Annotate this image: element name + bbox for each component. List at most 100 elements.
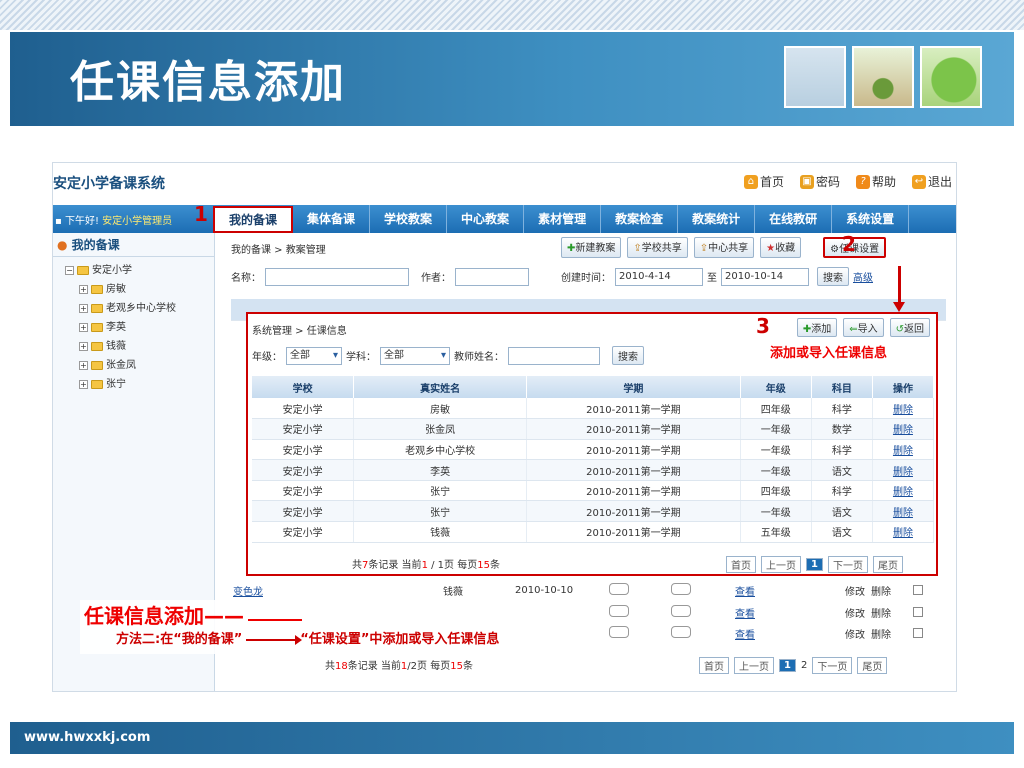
page-1-button[interactable]: 1 [806, 558, 823, 571]
school-share-button[interactable]: ⇪学校共享 [627, 237, 688, 258]
center-share-button[interactable]: ⇪中心共享 [693, 237, 755, 258]
tree-item[interactable]: + 李英 [65, 318, 214, 337]
main-toolbar: ✚新建教案 ⇪学校共享 ⇪中心共享 ★收藏 ⚙任课设置 [561, 237, 887, 258]
last-page-button[interactable]: 尾页 [857, 657, 888, 674]
expand-icon[interactable]: + [79, 285, 88, 294]
folder-icon [91, 380, 103, 389]
page-2-button[interactable]: 2 [801, 660, 807, 671]
delete-link[interactable]: 删除 [872, 459, 935, 481]
grade-select[interactable]: 全部 ▾ [286, 346, 342, 365]
last-page-button[interactable]: 尾页 [872, 556, 903, 573]
delete-link[interactable]: 删除 [872, 418, 935, 440]
sprout-image [852, 46, 914, 108]
share-toggle[interactable] [671, 583, 691, 595]
delete-link[interactable]: 删除 [872, 398, 935, 420]
tab-materials[interactable]: 素材管理 [524, 205, 602, 233]
import-icon: ⇐ [849, 324, 858, 335]
tree-root[interactable]: − 安定小学 [65, 261, 214, 280]
slide-footer: www.hwxxkj.com [10, 722, 1014, 754]
tree-item[interactable]: + 房敏 [65, 280, 214, 299]
share-toggle[interactable] [609, 626, 629, 638]
dialog-search-button[interactable]: 搜索 [612, 346, 644, 365]
search-button[interactable]: 搜索 [817, 267, 849, 286]
back-button[interactable]: ↺返回 [889, 318, 930, 337]
tree-item[interactable]: + 老观乡中心学校 [65, 299, 214, 318]
table-cell: 一年级 [740, 500, 812, 523]
step-number-3: 3 [756, 314, 770, 338]
logout-icon: ↩ [911, 174, 926, 189]
row-checkbox[interactable] [913, 607, 923, 617]
first-page-button[interactable]: 首页 [726, 556, 756, 573]
delete-link[interactable]: 删除 [871, 626, 891, 641]
add-button[interactable]: ✚添加 [796, 318, 838, 337]
new-plan-button[interactable]: ✚新建教案 [561, 237, 622, 258]
tab-my-lessons[interactable]: 我的备课 [213, 206, 294, 233]
table-cell: 2010-2011第一学期 [526, 398, 741, 420]
expand-icon[interactable]: + [79, 361, 88, 370]
help-link[interactable]: ? 帮助 [855, 173, 896, 190]
favorite-button[interactable]: ★收藏 [760, 237, 802, 258]
edit-link[interactable]: 修改 [845, 626, 865, 641]
view-link[interactable]: 查看 [735, 605, 755, 620]
col-action: 操作 [872, 376, 935, 398]
tab-system-settings[interactable]: 系统设置 [832, 205, 910, 233]
user-icon: ● [57, 238, 68, 252]
row-checkbox[interactable] [913, 628, 923, 638]
advanced-search-link[interactable]: 高级 [853, 269, 873, 284]
tree-item[interactable]: + 钱薇 [65, 337, 214, 356]
view-link[interactable]: 查看 [735, 583, 755, 598]
tree-item[interactable]: + 张金凤 [65, 356, 214, 375]
delete-link[interactable]: 删除 [872, 500, 935, 523]
expand-icon[interactable]: + [79, 304, 88, 313]
expand-icon[interactable]: + [79, 380, 88, 389]
subject-select[interactable]: 全部 ▾ [380, 346, 450, 365]
share-toggle[interactable] [671, 626, 691, 638]
share-toggle[interactable] [609, 605, 629, 617]
arrow-right-icon [246, 634, 303, 645]
share-toggle[interactable] [671, 605, 691, 617]
tree-item[interactable]: + 张宁 [65, 375, 214, 394]
tab-center-plans[interactable]: 中心教案 [447, 205, 525, 233]
edit-link[interactable]: 修改 [845, 605, 865, 620]
delete-link[interactable]: 删除 [872, 521, 935, 543]
callout-title: 任课信息添加—— [84, 604, 244, 628]
table-row: 安定小学 张宁 2010-2011第一学期 一年级 语文 删除 [252, 500, 935, 523]
tab-plan-stats[interactable]: 教案统计 [678, 205, 756, 233]
next-page-button[interactable]: 下一页 [827, 556, 868, 573]
edit-link[interactable]: 修改 [845, 583, 865, 598]
teacher-name-input[interactable] [508, 346, 600, 365]
home-link[interactable]: ⌂ 首页 [743, 173, 784, 190]
callout-text: 方法二:在“我的备课” “任课设置”中添加或导入任课信息 [116, 632, 500, 647]
tab-plan-check[interactable]: 教案检查 [601, 205, 679, 233]
author-input[interactable] [455, 267, 529, 286]
folder-icon [91, 361, 103, 370]
logout-link[interactable]: ↩ 退出 [911, 173, 952, 190]
date-to-input[interactable]: 2010-10-14 [721, 267, 809, 286]
delete-link[interactable]: 删除 [872, 480, 935, 502]
plan-title-link[interactable]: 变色龙 [233, 583, 263, 598]
collapse-icon[interactable]: − [65, 266, 74, 275]
page-1-button[interactable]: 1 [779, 659, 796, 672]
delete-link[interactable]: 删除 [871, 583, 891, 598]
expand-icon[interactable]: + [79, 323, 88, 332]
name-input[interactable] [265, 267, 409, 286]
first-page-button[interactable]: 首页 [699, 657, 729, 674]
plan-filter: 名称： 作者： 创建时间： 2010-4-14 至 2010-10-14 搜索 高级 [231, 267, 873, 286]
expand-icon[interactable]: + [79, 342, 88, 351]
password-link[interactable]: ▣ 密码 [799, 173, 840, 190]
delete-link[interactable]: 删除 [871, 605, 891, 620]
callout-underline [248, 619, 302, 621]
tab-school-plans[interactable]: 学校教案 [370, 205, 448, 233]
sidebar-title: ● 我的备课 [53, 233, 214, 257]
view-link[interactable]: 查看 [735, 626, 755, 641]
share-toggle[interactable] [609, 583, 629, 595]
tab-group-lessons[interactable]: 集体备课 [293, 205, 371, 233]
prev-page-button[interactable]: 上一页 [761, 556, 801, 573]
prev-page-button[interactable]: 上一页 [734, 657, 774, 674]
import-button[interactable]: ⇐导入 [843, 318, 884, 337]
next-page-button[interactable]: 下一页 [812, 657, 853, 674]
row-checkbox[interactable] [913, 585, 923, 595]
date-from-input[interactable]: 2010-4-14 [615, 267, 703, 286]
tab-online-research[interactable]: 在线教研 [755, 205, 833, 233]
delete-link[interactable]: 删除 [872, 439, 935, 461]
